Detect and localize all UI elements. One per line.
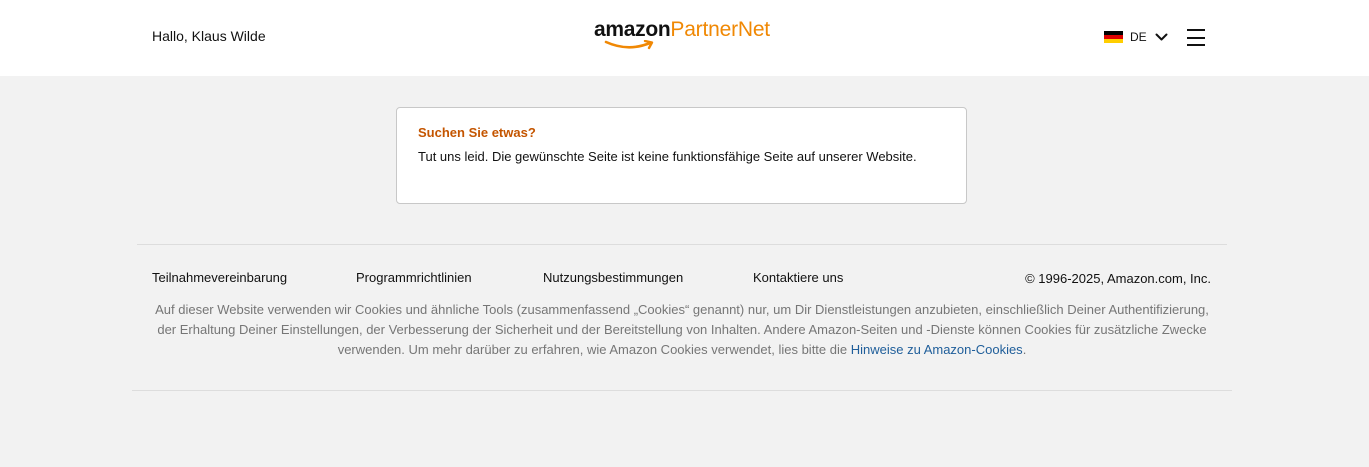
amazon-cookies-link[interactable]: Hinweise zu Amazon-Cookies — [851, 342, 1023, 357]
footer-link-teilnahmevereinbarung[interactable]: Teilnahmevereinbarung — [152, 270, 287, 285]
cookie-notice: Auf dieser Website verwenden wir Cookies… — [152, 300, 1212, 360]
logo-word-amazon: amazon — [594, 18, 671, 41]
hamburger-menu-icon[interactable] — [1187, 29, 1205, 46]
user-greeting: Hallo, Klaus Wilde — [152, 28, 266, 44]
amazon-partnernet-logo[interactable]: amazonPartnerNet — [594, 18, 770, 52]
amazon-smile-icon — [604, 40, 654, 50]
error-message-card: Suchen Sie etwas? Tut uns leid. Die gewü… — [396, 107, 967, 204]
error-description: Tut uns leid. Die gewünschte Seite ist k… — [418, 149, 917, 164]
language-code: DE — [1130, 30, 1147, 44]
logo-word-partnernet: PartnerNet — [670, 18, 770, 41]
copyright-text: © 1996-2025, Amazon.com, Inc. — [1025, 271, 1211, 286]
footer-link-programmrichtlinien[interactable]: Programmrichtlinien — [356, 270, 472, 285]
language-selector[interactable]: DE — [1104, 28, 1168, 46]
footer-divider-top — [137, 244, 1227, 245]
cookie-notice-end: . — [1022, 342, 1027, 357]
footer-link-kontakt[interactable]: Kontaktiere uns — [753, 270, 843, 285]
error-title: Suchen Sie etwas? — [418, 125, 536, 140]
footer-divider-bottom — [132, 390, 1232, 391]
cookie-notice-text: Auf dieser Website verwenden wir Cookies… — [155, 302, 1209, 357]
footer-link-nutzungsbestimmungen[interactable]: Nutzungsbestimmungen — [543, 270, 683, 285]
chevron-down-icon — [1155, 33, 1168, 40]
german-flag-icon — [1104, 31, 1123, 43]
site-header: Hallo, Klaus Wilde amazonPartnerNet DE — [0, 0, 1369, 76]
